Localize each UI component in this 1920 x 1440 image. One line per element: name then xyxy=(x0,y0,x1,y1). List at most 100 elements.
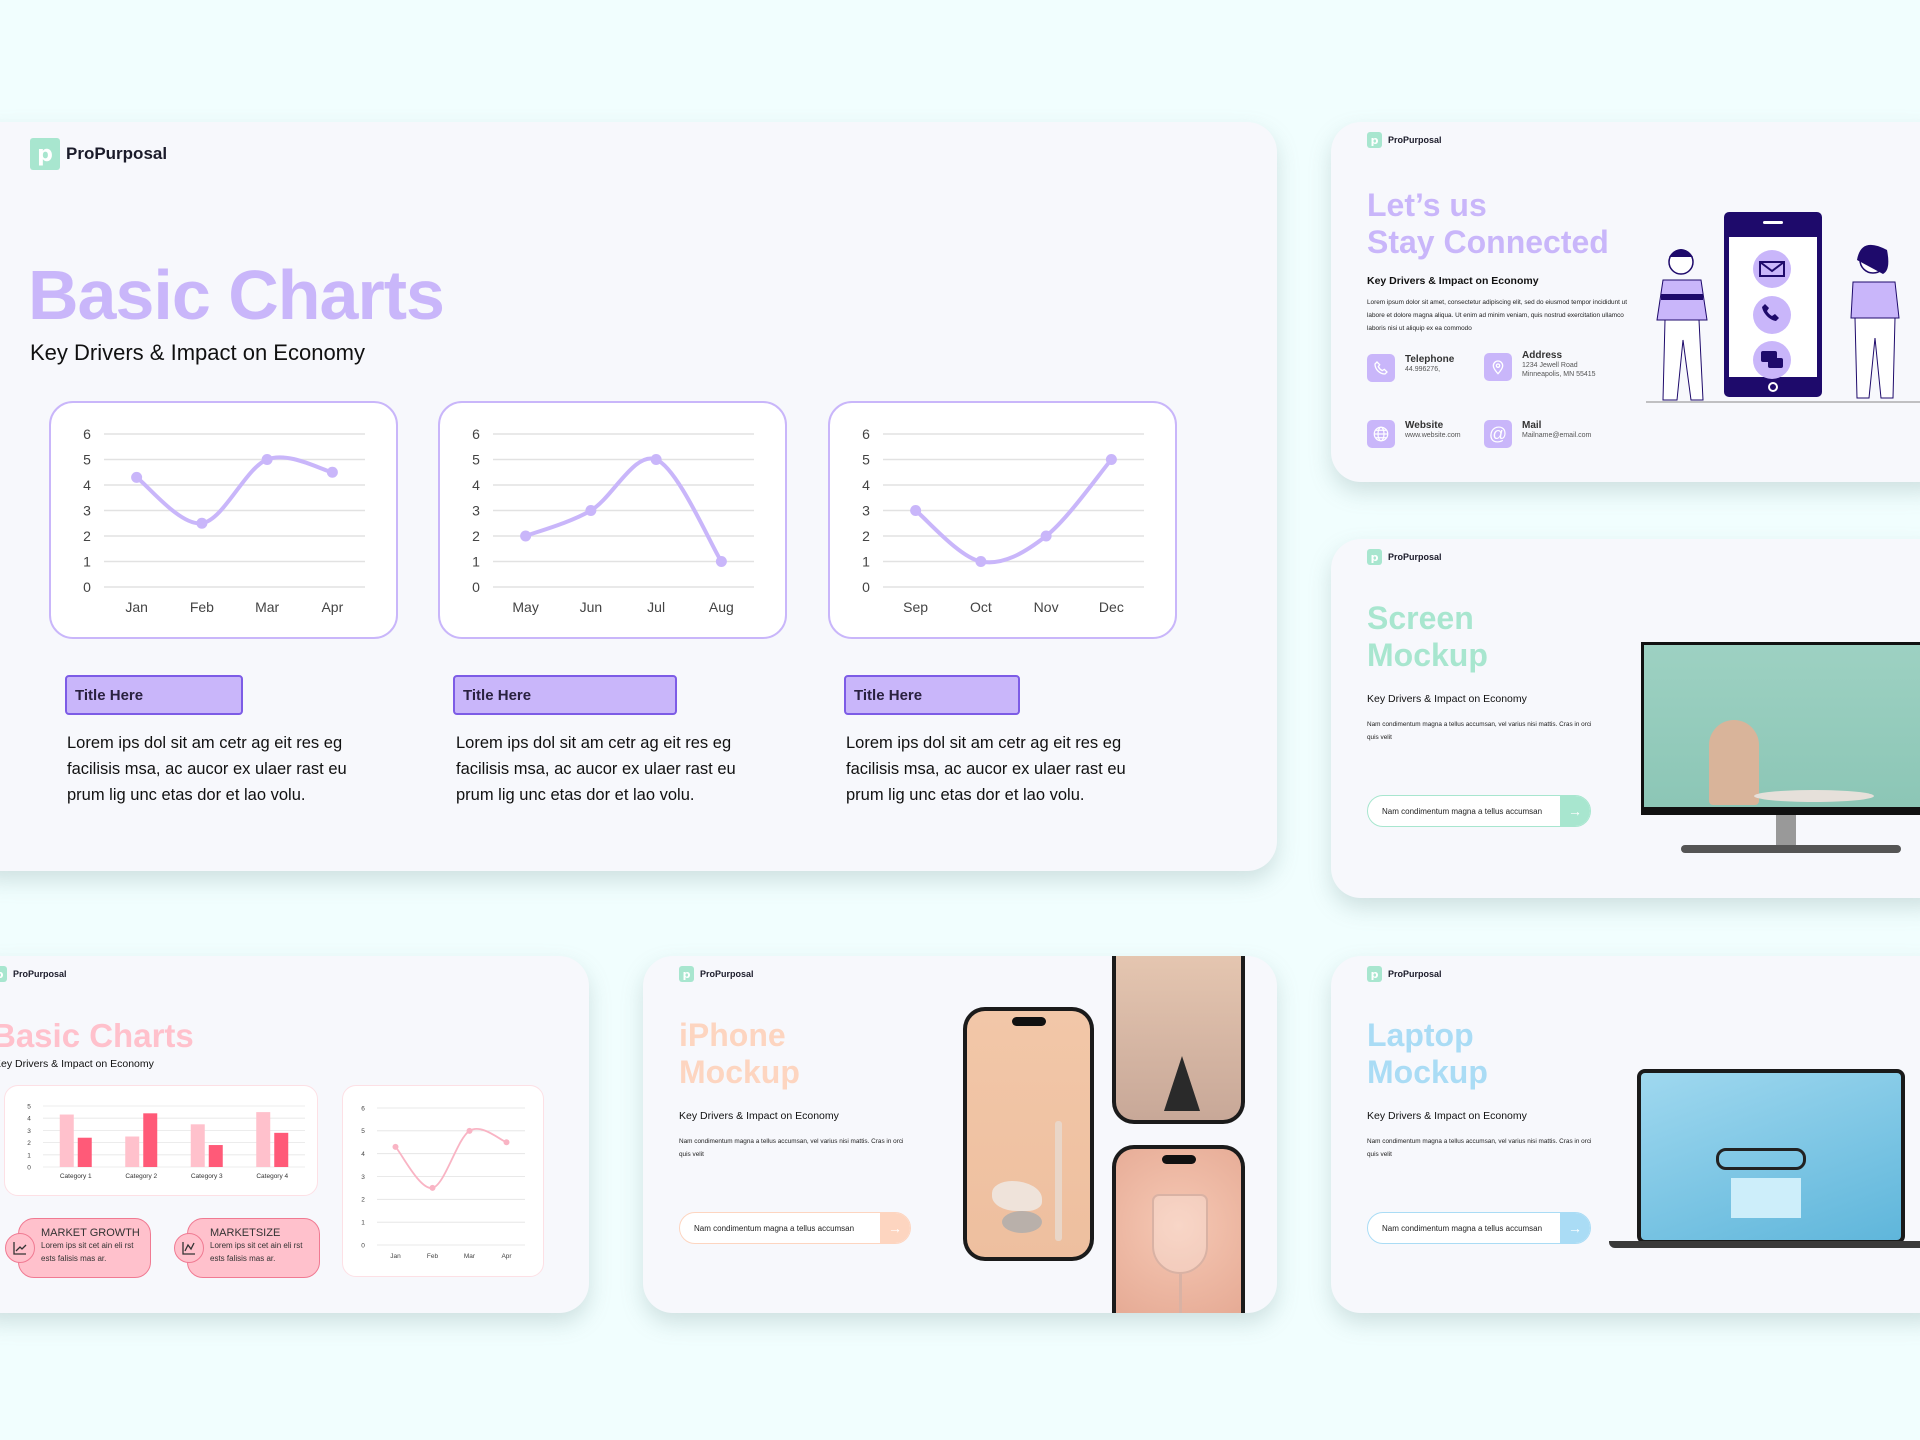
data-point xyxy=(1105,454,1117,465)
data-point xyxy=(650,454,662,465)
x-tick-label: Aug xyxy=(709,599,734,615)
y-tick-label: 5 xyxy=(472,451,480,467)
y-tick-label: 6 xyxy=(83,426,91,442)
data-point xyxy=(131,471,143,483)
data-point xyxy=(261,454,273,465)
brand-logo: p ProPurposal xyxy=(1367,549,1442,565)
website-label: Website xyxy=(1405,420,1444,431)
x-tick-label: Category 1 xyxy=(60,1173,92,1180)
arrow-right-icon[interactable]: → xyxy=(880,1213,910,1243)
y-tick-label: 2 xyxy=(27,1140,31,1147)
slide-stay-connected[interactable]: p ProPurposal Let’s us Stay Connected Ke… xyxy=(1331,122,1920,482)
contact-mail[interactable]: @ Mail Mailname@email.com xyxy=(1484,420,1591,448)
y-tick-label: 3 xyxy=(361,1174,365,1181)
woman-illustration xyxy=(1850,244,1900,399)
x-tick-label: Nov xyxy=(1034,599,1059,615)
y-tick-label: 1 xyxy=(472,553,480,569)
market-size-title: MARKETSIZE xyxy=(210,1227,281,1239)
glasses-image xyxy=(1716,1148,1806,1170)
mail-circle-icon xyxy=(1753,250,1791,288)
iphone-title-line1: iPhone xyxy=(679,1017,786,1053)
bar-chart-card: 0 1 2 3 4 5 Category 1 Category 2 Category 3 Cate… xyxy=(4,1085,318,1196)
slide-basic-charts-main[interactable]: p ProPurposal Basic Charts Key Drivers &… xyxy=(0,122,1277,871)
brand-logo: p ProPurposal xyxy=(679,966,754,982)
laptop-cta-pill[interactable]: Nam condimentum magna a tellus accumsan … xyxy=(1367,1212,1591,1244)
laptop-title-line2: Mockup xyxy=(1367,1054,1488,1090)
contact-website[interactable]: Website www.website.com xyxy=(1367,420,1461,448)
logo-mark-icon: p xyxy=(0,966,7,982)
y-tick-label: 5 xyxy=(862,451,870,467)
x-tick-label: Category 2 xyxy=(125,1173,157,1180)
y-tick-label: 4 xyxy=(472,477,480,493)
iphone-title-line2: Mockup xyxy=(679,1054,800,1090)
data-point xyxy=(429,1184,436,1191)
telephone-value: 44.996276, xyxy=(1405,366,1441,373)
data-point xyxy=(503,1139,510,1146)
x-tick-label: Feb xyxy=(427,1253,439,1260)
telephone-label: Telephone xyxy=(1405,354,1455,365)
logo-mark-icon: p xyxy=(30,138,60,170)
laptop-mockup xyxy=(1609,1069,1920,1249)
phone-icon xyxy=(1367,354,1395,382)
column-text-3: Lorem ips dol sit am cetr ag eit res eg … xyxy=(846,734,1126,804)
y-tick-label: 6 xyxy=(472,426,480,442)
y-tick-label: 1 xyxy=(27,1152,31,1159)
slide-basic-charts-pink[interactable]: p ProPurposal Basic Charts Key Drivers &… xyxy=(0,956,589,1313)
y-tick-label: 4 xyxy=(83,477,91,493)
contact-title-line1: Let’s us xyxy=(1367,187,1487,223)
screen-cta-pill[interactable]: Nam condimentum magna a tellus accumsan … xyxy=(1367,795,1591,827)
arrow-right-icon[interactable]: → xyxy=(1560,1213,1590,1243)
y-tick-label: 4 xyxy=(361,1151,365,1158)
y-tick-label: 3 xyxy=(472,502,480,518)
screen-pill-text: Nam condimentum magna a tellus accumsan xyxy=(1382,806,1543,816)
arrow-right-icon[interactable]: → xyxy=(1560,796,1590,826)
iphone-pill-text: Nam condimentum magna a tellus accumsan xyxy=(694,1223,855,1233)
slide-iphone-mockup[interactable]: p ProPurposal iPhone Mockup Key Drivers … xyxy=(643,956,1277,1313)
contact-telephone[interactable]: Telephone 44.996276, xyxy=(1367,354,1454,382)
data-point xyxy=(910,505,922,516)
y-tick-label: 2 xyxy=(472,528,480,544)
chart-card-sep-dec: 0 1 2 3 4 5 6 Sep Oct Nov Dec xyxy=(828,401,1177,639)
contact-address[interactable]: Address 1234 Jewell Road Minneapolis, MN 5… xyxy=(1484,350,1596,381)
scatter-graph-icon xyxy=(174,1233,204,1263)
brand-logo: p ProPurposal xyxy=(0,966,67,982)
y-tick-label: 3 xyxy=(862,502,870,518)
laptop-paragraph: Nam condimentum magna a tellus accumsan,… xyxy=(1367,1138,1592,1158)
x-tick-label: Jan xyxy=(390,1253,401,1260)
y-tick-label: 6 xyxy=(361,1105,365,1112)
title-button-1[interactable]: Title Here xyxy=(65,675,243,715)
y-tick-label: 1 xyxy=(862,553,870,569)
y-tick-label: 0 xyxy=(862,579,870,595)
iphone-cta-pill[interactable]: Nam condimentum magna a tellus accumsan … xyxy=(679,1212,911,1244)
y-tick-label: 6 xyxy=(862,426,870,442)
x-tick-label: May xyxy=(512,599,538,615)
laptop-pill-text: Nam condimentum magna a tellus accumsan xyxy=(1382,1223,1543,1233)
y-tick-label: 3 xyxy=(27,1128,31,1135)
y-tick-label: 4 xyxy=(27,1116,31,1123)
title-button-2[interactable]: Title Here xyxy=(453,675,677,715)
data-point xyxy=(392,1143,399,1150)
bar xyxy=(125,1136,140,1167)
laptop-subtitle: Key Drivers & Impact on Economy xyxy=(1367,1110,1527,1122)
small-line-chart: 0 1 2 3 4 5 6 Jan Feb Mar Apr xyxy=(361,1105,525,1260)
y-tick-label: 5 xyxy=(27,1104,31,1111)
slide-screen-mockup[interactable]: p ProPurposal Screen Mockup Key Drivers … xyxy=(1331,539,1920,898)
x-tick-label: Jul xyxy=(647,599,665,615)
line-chart-jan-apr: 0 1 2 3 4 5 6 Jan Feb Mar Apr xyxy=(83,426,365,615)
bar xyxy=(77,1137,92,1167)
brand-name: ProPurposal xyxy=(1388,969,1442,979)
screen-subtitle: Key Drivers & Impact on Economy xyxy=(1367,693,1527,705)
vase-image xyxy=(1709,720,1759,805)
address-label: Address xyxy=(1522,350,1563,361)
brand-logo: p ProPurposal xyxy=(1367,132,1442,148)
title-button-3[interactable]: Title Here xyxy=(844,675,1020,715)
series-line xyxy=(134,455,335,526)
monitor-base xyxy=(1681,845,1901,853)
phone-mockup-tree xyxy=(1112,956,1245,1124)
data-point xyxy=(196,517,208,529)
slide-laptop-mockup[interactable]: p ProPurposal Laptop Mockup Key Drivers … xyxy=(1331,956,1920,1313)
x-tick-label: Apr xyxy=(501,1253,512,1260)
y-tick-label: 5 xyxy=(83,451,91,467)
y-tick-label: 3 xyxy=(83,502,91,518)
brand-name: ProPurposal xyxy=(700,969,754,979)
